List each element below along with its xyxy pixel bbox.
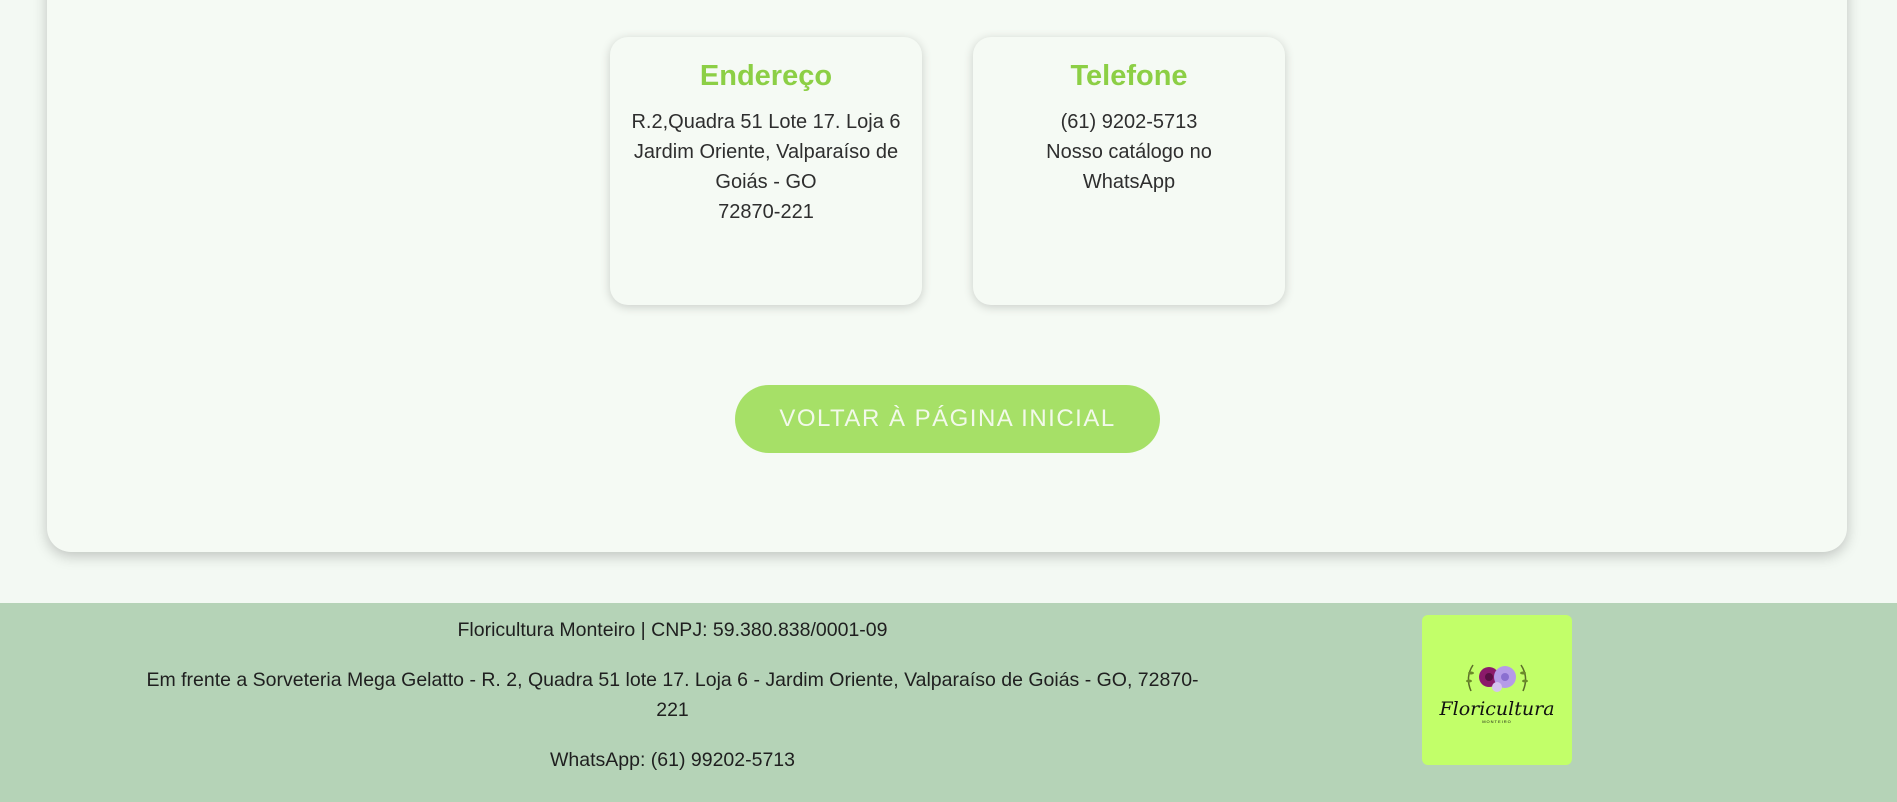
contact-section (47, 0, 1847, 552)
floricultura-logo: Floricultura MONTEIRO (1422, 615, 1572, 765)
address-line: Goiás - GO (715, 171, 817, 193)
address-card: Endereço R.2,Quadra 51 Lote 17. Loja 6 J… (610, 37, 922, 305)
phone-card-title: Telefone (1070, 60, 1188, 92)
footer-address: Em frente a Sorveteria Mega Gelatto - R.… (146, 669, 1199, 721)
phone-number[interactable]: (61) 9202-5713 (991, 107, 1267, 137)
address-line: 72870-221 (718, 201, 814, 223)
phone-card: Telefone (61) 9202-5713 Nosso catálogo n… (973, 37, 1285, 305)
catalog-line: WhatsApp (1082, 171, 1176, 193)
footer-company: Floricultura Monteiro | CNPJ: 59.380.838… (457, 619, 888, 641)
logo-name: Floricultura (1439, 697, 1555, 720)
address-line: R.2,Quadra 51 Lote 17. Loja 6 (631, 111, 901, 133)
address-line: Jardim Oriente, Valparaíso de (633, 141, 899, 163)
logo-subtitle: MONTEIRO (1482, 718, 1512, 724)
catalog-line: Nosso catálogo no (1046, 141, 1212, 163)
back-to-home-button[interactable]: VOLTAR À PÁGINA INICIAL (735, 385, 1160, 453)
footer: Floricultura Monteiro | CNPJ: 59.380.838… (0, 603, 1897, 802)
address-card-title: Endereço (699, 60, 833, 92)
flower-icon (1466, 664, 1528, 692)
footer-whatsapp[interactable]: WhatsApp: (61) 99202-5713 (140, 745, 1205, 775)
